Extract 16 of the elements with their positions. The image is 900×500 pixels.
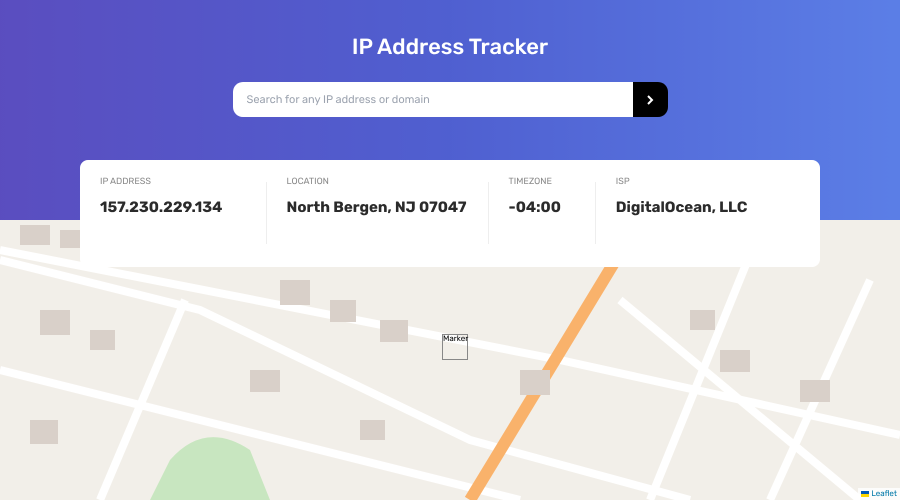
attribution-link[interactable]: Leaflet xyxy=(858,488,900,500)
info-value: North Bergen, NJ 07047 xyxy=(286,196,468,218)
attribution-text: Leaflet xyxy=(871,488,897,500)
info-value: 157.230.229.134 xyxy=(100,196,224,218)
page-title: IP Address Tracker xyxy=(352,32,548,62)
marker-image[interactable]: Marker xyxy=(442,334,468,360)
chevron-right-icon xyxy=(646,94,654,104)
info-label: LOCATION xyxy=(286,176,330,189)
info-value: DigitalOcean, LLC xyxy=(616,196,748,218)
info-label: IP ADDRESS xyxy=(100,176,152,189)
flag-icon xyxy=(861,491,870,497)
search-field[interactable]: Search for any IP address or domain xyxy=(232,82,632,117)
info-label: TIMEZONE xyxy=(508,176,553,189)
info-value: -04:00 xyxy=(508,196,562,218)
search-button[interactable] xyxy=(632,82,668,117)
info-label: ISP xyxy=(616,176,631,189)
